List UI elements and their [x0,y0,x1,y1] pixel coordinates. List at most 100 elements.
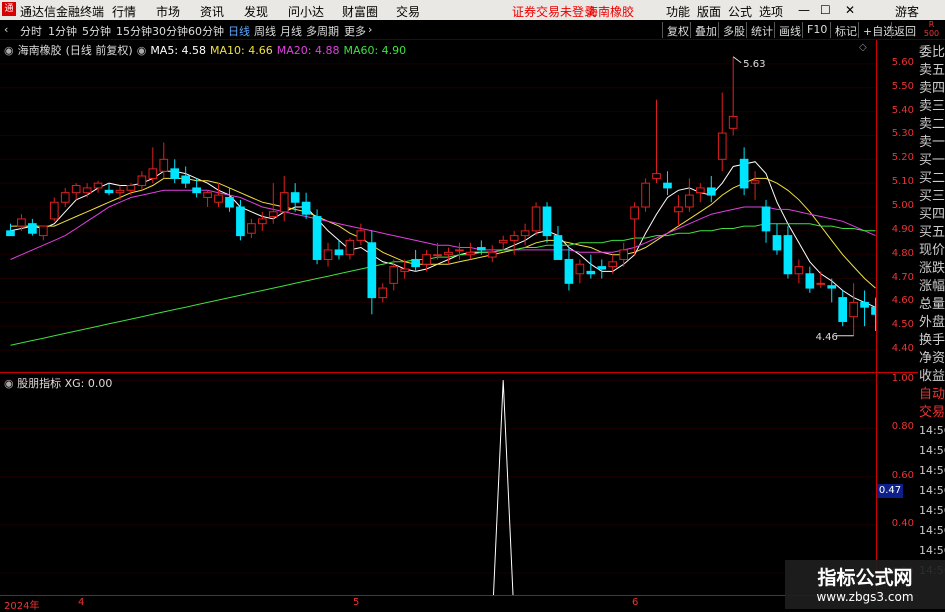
price-chart[interactable]: 5.63 4.46 [0,40,876,372]
candle-body [750,180,760,184]
candle-body [564,258,574,284]
candle-body [170,168,180,179]
price-tick: 5.10 [891,176,914,188]
price-tick: 5.40 [891,104,914,116]
candle-body [28,223,37,234]
candle-body [433,254,442,257]
tool-tongji[interactable]: 统计 [746,22,777,38]
period-tab-week[interactable]: 周线 [254,23,276,39]
ma10-label: MA10: 4.66 [210,44,273,57]
candle-body [509,235,519,241]
tool-duogu[interactable]: 多股 [718,22,749,38]
side-label: 14:56 [919,544,945,557]
tool-biaoji[interactable]: 标记 [830,22,861,38]
candle-body [455,249,464,252]
side-label: 卖四 [919,81,945,96]
tool-huaxian[interactable]: 画线 [774,22,805,38]
candle-body [783,235,793,275]
high-marker-line [732,56,742,64]
menu-item-zixun[interactable]: 资讯 [200,3,224,20]
candle-body [772,235,782,251]
candle-body [608,261,618,268]
menu-item-banmian[interactable]: 版面 [697,3,721,20]
ma60-line [10,223,876,346]
candle-body [542,206,552,237]
menu-item-wenxiaoda[interactable]: 问小达 [288,3,324,20]
candle-body [312,216,322,260]
menu-item-gongshi[interactable]: 公式 [728,3,752,20]
watermark-url: www.zbgs3.com [816,590,914,604]
tool-diejia[interactable]: 叠加 [690,22,721,38]
maximize-icon[interactable]: ☐ [820,3,831,17]
period-tab-month[interactable]: 月线 [280,23,302,39]
tool-fuquan[interactable]: 复权 [662,22,693,38]
menu-item-faxian[interactable]: 发现 [244,3,268,20]
candle-body [466,251,475,256]
period-tab-30min[interactable]: 30分钟 [152,23,188,39]
menu-item-caifuquan[interactable]: 财富圈 [342,3,378,20]
ind-tick: 1.00 [891,373,914,385]
period-tab-more[interactable]: 更多 [344,23,366,39]
side-label: 买五 [919,225,945,240]
settings-circle-icon[interactable]: ◉ [4,44,14,57]
r500-badge[interactable]: R 500 [918,20,945,40]
date-label-year: 2024年 [4,601,40,612]
tool-f10[interactable]: F10 [802,22,831,38]
side-label: 交易 [919,405,945,420]
side-label: 买二 [919,171,945,186]
menu-item-jiaoyi[interactable]: 交易 [396,3,420,20]
side-label: 14:56 [919,504,945,517]
period-tab-15min[interactable]: 15分钟 [116,23,152,39]
side-label: 买三 [919,189,945,204]
stock-link[interactable]: 海南橡胶 [586,3,634,20]
close-icon[interactable]: ✕ [845,3,855,17]
period-tab-multi[interactable]: 多周期 [306,23,339,39]
date-label-jun: 6 [632,597,639,608]
app-logo-icon: 通 [2,2,16,16]
period-tab-day[interactable]: 日线 [228,23,250,39]
menu-item-gongneng[interactable]: 功能 [666,3,690,20]
diamond-icon[interactable]: ◇ [859,42,867,53]
candle-body [476,247,486,251]
xg-current-badge: 0.47 [877,484,903,498]
indicator-name: 股朋指标 [17,377,62,390]
candle-body [860,301,869,308]
candle-body [279,192,289,213]
chevron-right-icon[interactable]: › [368,23,372,36]
period-tab-60min[interactable]: 60分钟 [188,23,224,39]
menu-item-hangqing[interactable]: 行情 [112,3,136,20]
ma20-label: MA20: 4.88 [276,44,340,57]
quote-side-panel[interactable]: 委比 卖五 卖四 卖三 卖二 卖一 买一 买二 买三 买四 买五 现价 涨跌 涨幅 总量 外盘 换手 净资 收益 自动… [918,40,945,610]
candle-body [115,189,125,194]
app-title: 通达信金融终端 [20,5,105,19]
ind-tick: 0.60 [891,469,914,481]
tool-return[interactable]: 返回 [891,22,918,38]
indicator-chart[interactable] [0,373,876,595]
minimize-icon[interactable]: — [798,3,810,17]
candle-body [838,297,848,322]
price-tick: 5.20 [891,152,914,164]
candle-body [323,249,333,260]
candle-body [717,132,727,160]
candle-body [739,158,749,189]
candle-body [378,287,388,299]
menu-item-xuanxiang[interactable]: 选项 [759,3,783,20]
ind-tick: 0.40 [891,517,914,529]
price-tick: 5.60 [891,56,914,68]
menu-item-shichang[interactable]: 市场 [156,3,180,20]
chevron-left-icon[interactable]: ‹ [4,23,8,36]
guest-label[interactable]: 游客 [895,3,919,20]
period-tab-5min[interactable]: 5分钟 [82,23,111,39]
watermark: 指标公式网 www.zbgs3.com [785,560,945,609]
period-tab-1min[interactable]: 1分钟 [48,23,77,39]
indicator-toggle-icon[interactable]: ◉ [4,377,14,390]
price-tick: 4.60 [891,295,914,307]
ma5-label: MA5: 4.58 [150,44,207,57]
period-tab-fenshi[interactable]: 分时 [20,23,42,39]
menu-bar: 通 通达信金融终端 行情 市场 资讯 发现 问小达 财富圈 交易 证券交易未登录… [0,0,945,20]
candle-body [695,187,705,194]
side-label: 收益 [919,369,945,384]
ma-toggle-icon[interactable]: ◉ [137,44,147,57]
login-warning[interactable]: 证券交易未登录 [512,3,596,20]
candle-body [630,206,639,220]
